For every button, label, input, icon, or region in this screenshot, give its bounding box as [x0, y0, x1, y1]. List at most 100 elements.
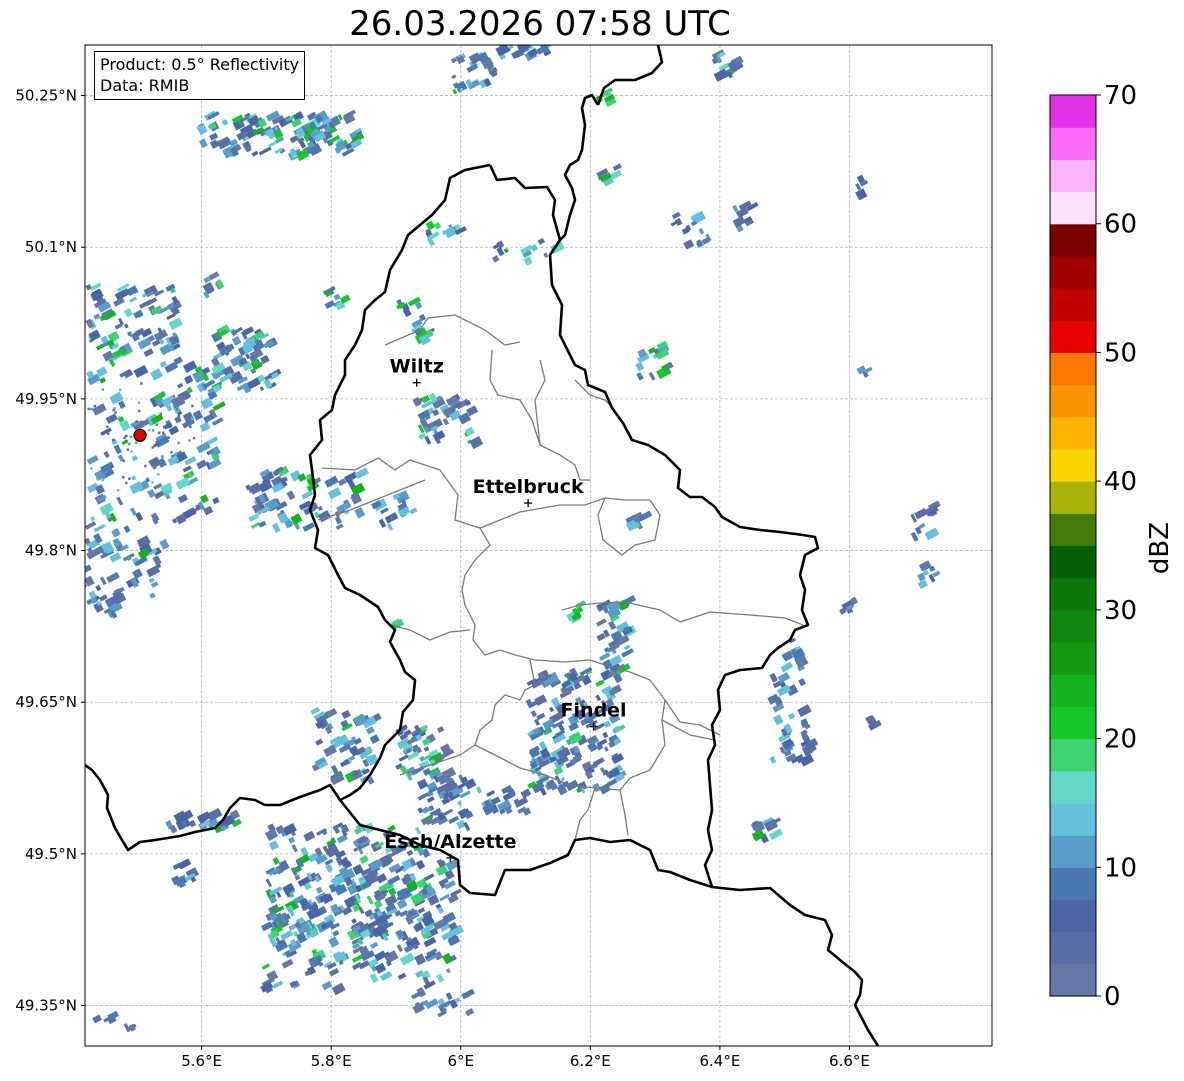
colorbar-tick-label: 30 [1104, 596, 1137, 626]
echo-cell [196, 123, 208, 136]
echo-cell [129, 507, 137, 516]
radar-site-marker [133, 428, 147, 442]
colorbar-segment [1050, 802, 1096, 836]
echo-cell [441, 797, 451, 805]
colorbar-segment [1050, 159, 1096, 193]
colorbar-segment [1050, 481, 1096, 514]
echo-cell [111, 417, 115, 421]
echo-cell [192, 436, 196, 440]
echo-cell [924, 527, 940, 541]
echo-cell [503, 248, 509, 254]
echo-cell [161, 455, 164, 458]
echo-cell [203, 505, 214, 516]
echo-cell [125, 481, 128, 485]
echo-cell [131, 455, 138, 462]
echo-cell [386, 522, 394, 531]
echo-cell [168, 317, 183, 331]
echo-cell [99, 576, 107, 586]
echo-cell [423, 746, 430, 752]
echo-cell [670, 220, 678, 227]
echo-cell [442, 418, 450, 426]
national-border [711, 885, 880, 1046]
echo-cell [302, 522, 315, 532]
echo-cell [331, 982, 346, 996]
colorbar-segment [1050, 738, 1096, 772]
echo-cell [131, 475, 137, 481]
x-tick-label: 6.2°E [570, 1052, 611, 1070]
echo-cell [768, 828, 784, 841]
y-tick-label: 49.5°N [25, 845, 77, 863]
echo-cell [258, 146, 272, 156]
colorbar-tick-label: 40 [1104, 467, 1137, 497]
y-tick-label: 50.1°N [25, 238, 77, 256]
echo-cell [536, 712, 546, 721]
colorbar-segment [1050, 899, 1096, 933]
echo-cell [354, 507, 366, 519]
echo-cell [133, 364, 149, 379]
echo-cell [425, 220, 436, 231]
colorbar-tick-label: 20 [1104, 725, 1137, 755]
echo-cell [191, 404, 194, 408]
echo-cell [159, 538, 170, 550]
echo-cell [396, 944, 404, 953]
echo-cell [475, 786, 483, 794]
echo-cell [379, 970, 393, 982]
echo-cell [251, 150, 259, 157]
colorbar-segment [1050, 770, 1096, 804]
echo-cell [152, 555, 162, 566]
colorbar-segment [1050, 127, 1096, 160]
colorbar-segment [1050, 352, 1096, 386]
plot-frame [84, 44, 993, 1047]
echo-cell [167, 436, 170, 439]
echo-cell [150, 512, 160, 523]
echo-cell [99, 377, 107, 384]
radar-echoes [85, 45, 941, 1033]
echo-cell [134, 441, 138, 444]
colorbar-tick-label: 10 [1104, 853, 1137, 883]
echo-cell [436, 973, 445, 983]
echo-cell [90, 467, 93, 470]
colorbar-segment [1050, 416, 1096, 450]
echo-cell [596, 632, 606, 642]
echo-cell [359, 855, 369, 864]
product-info-box: Product: 0.5° Reflectivity Data: RMIB [94, 51, 306, 100]
colorbar-segment [1050, 255, 1096, 289]
echo-cell [114, 411, 117, 414]
echo-cell [623, 644, 631, 651]
echo-cell [151, 481, 154, 484]
echo-cell [272, 980, 284, 989]
grid-lines [85, 45, 992, 1046]
echo-cell [147, 488, 156, 498]
echo-cell [342, 112, 356, 125]
echo-cell [530, 244, 538, 252]
echo-cell [351, 918, 357, 924]
echo-cell [89, 516, 96, 522]
echo-cell [683, 239, 695, 250]
echo-cell [123, 308, 133, 318]
echo-cell [137, 401, 141, 404]
echo-cell [150, 368, 164, 381]
echo-cell [636, 372, 644, 381]
echo-cell [415, 859, 426, 870]
colorbar-segment [1050, 706, 1096, 740]
echo-cell [303, 830, 316, 842]
echo-cell [603, 720, 612, 729]
colorbar-segment [1050, 674, 1096, 707]
echo-cell [856, 189, 868, 200]
echo-cell [932, 570, 941, 578]
echo-cell [310, 706, 321, 715]
echo-cell [328, 967, 340, 977]
echo-cell [151, 429, 155, 432]
echo-cell [100, 427, 112, 436]
colorbar-segment [1050, 931, 1096, 965]
echo-cell [424, 435, 432, 445]
echo-cell [130, 450, 133, 453]
echo-cell [113, 407, 116, 410]
echo-cell [175, 476, 191, 490]
y-tick-label: 49.8°N [25, 542, 77, 560]
echo-cell [397, 972, 407, 980]
canton-boundary [389, 624, 471, 641]
echo-cell [126, 448, 130, 451]
echo-cell [456, 800, 463, 806]
echo-cell [609, 169, 623, 181]
